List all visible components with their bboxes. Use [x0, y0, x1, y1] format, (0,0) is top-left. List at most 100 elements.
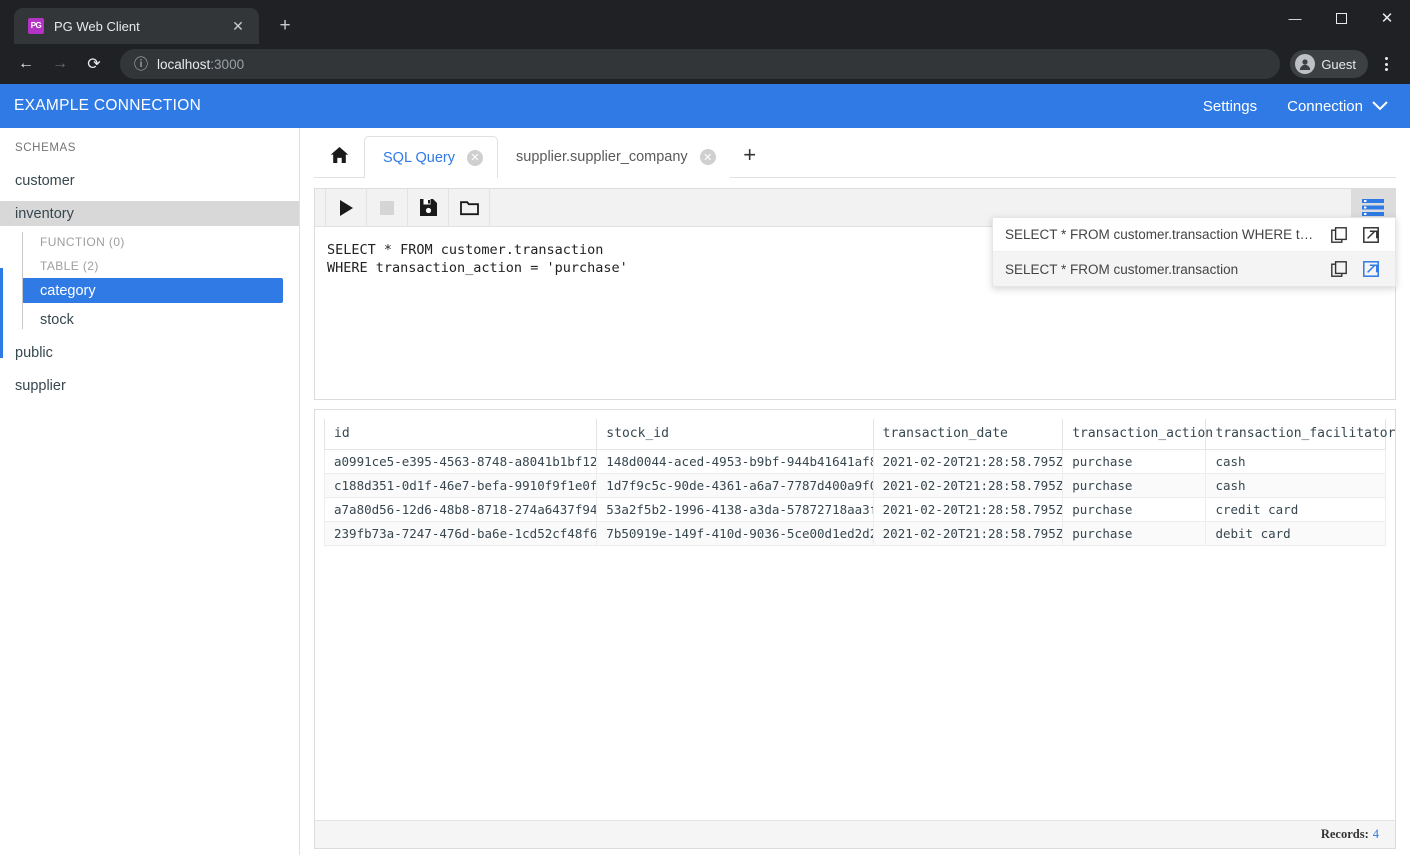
external-link-icon[interactable]	[1361, 225, 1381, 245]
cell-id: a7a80d56-12d6-48b8-8718-274a6437f944	[323, 497, 598, 522]
browser-toolbar: ← → ⟳ ⓘ localhost:3000 Guest	[0, 44, 1410, 84]
sidebar-subtree: FUNCTION (0) TABLE (2) category stock	[0, 230, 299, 332]
cell-transaction-facilitator: cash	[1205, 449, 1386, 474]
browser-tabstrip: PG PG Web Client ✕ + — ✕	[0, 0, 1410, 44]
cell-transaction-action: purchase	[1062, 473, 1207, 498]
tab-label: supplier.supplier_company	[516, 149, 688, 165]
cell-transaction-date: 2021-02-20T21:28:58.795Z	[873, 473, 1064, 498]
cell-id: 239fb73a-7247-476d-ba6e-1cd52cf48f6e	[323, 521, 598, 546]
add-tab-button[interactable]: +	[730, 133, 770, 177]
tab-supplier-company[interactable]: supplier.supplier_company ✕	[498, 136, 730, 178]
table-row[interactable]: a0991ce5-e395-4563-8748-a8041b1bf127 148…	[323, 449, 1386, 474]
cell-stock-id: 1d7f9c5c-90de-4361-a6a7-7787d400a9f0	[596, 473, 874, 498]
app-body: SCHEMAS customer inventory FUNCTION (0) …	[0, 128, 1410, 855]
save-query-button[interactable]	[408, 188, 449, 227]
sidebar-item-label: public	[15, 344, 53, 361]
browser-tab[interactable]: PG PG Web Client ✕	[14, 8, 259, 44]
play-icon	[339, 199, 353, 216]
new-tab-button[interactable]: +	[271, 12, 299, 40]
column-header-transaction-action[interactable]: transaction_action	[1062, 419, 1213, 450]
cell-transaction-action: purchase	[1062, 497, 1207, 522]
external-link-icon[interactable]	[1361, 259, 1381, 279]
sidebar-item-label: inventory	[15, 205, 74, 222]
cell-stock-id: 53a2f5b2-1996-4138-a3da-57872718aa3f	[596, 497, 874, 522]
stop-icon	[380, 200, 394, 215]
forward-icon[interactable]: →	[44, 48, 76, 80]
tab-close-icon[interactable]: ✕	[467, 149, 483, 166]
records-label: Records:	[1320, 827, 1369, 841]
sql-editor-panel: SELECT * FROM customer.transaction WHERE…	[314, 188, 1396, 400]
avatar	[1295, 54, 1316, 74]
back-icon[interactable]: ←	[10, 48, 42, 80]
cell-transaction-date: 2021-02-20T21:28:58.795Z	[873, 521, 1064, 546]
site-info-icon[interactable]: ⓘ	[134, 54, 148, 74]
cell-transaction-facilitator: cash	[1205, 473, 1386, 498]
table-row[interactable]: c188d351-0d1f-46e7-befa-9910f9f1e0f5 1d7…	[323, 473, 1386, 498]
results-statusbar: Records: 4	[315, 820, 1395, 848]
stop-query-button[interactable]	[367, 188, 408, 227]
save-icon	[419, 199, 437, 216]
tab-label: SQL Query	[383, 149, 455, 166]
column-header-id[interactable]: id	[323, 419, 598, 450]
sidebar-item-category[interactable]: category	[22, 278, 283, 303]
maximize-icon[interactable]	[1318, 0, 1364, 36]
history-query-text: SELECT * FROM customer.transaction	[1005, 261, 1239, 277]
sidebar-group-function: FUNCTION (0)	[40, 235, 125, 249]
toolbar-gutter	[315, 188, 326, 227]
column-header-stock-id[interactable]: stock_id	[596, 419, 874, 450]
browser-menu-icon[interactable]	[1372, 50, 1400, 78]
list-icon	[1362, 199, 1384, 216]
copy-icon[interactable]	[1329, 259, 1349, 279]
sidebar-item-stock[interactable]: stock	[22, 307, 283, 332]
sidebar-item-label: stock	[40, 311, 74, 328]
address-bar-url: localhost:3000	[157, 56, 245, 72]
window-close-icon[interactable]: ✕	[1364, 0, 1410, 36]
history-item[interactable]: SELECT * FROM customer.transaction	[993, 252, 1395, 286]
cell-id: a0991ce5-e395-4563-8748-a8041b1bf127	[323, 449, 598, 474]
table-row[interactable]: 239fb73a-7247-476d-ba6e-1cd52cf48f6e 7b5…	[323, 521, 1386, 546]
settings-link[interactable]: Settings	[1203, 98, 1257, 115]
column-header-transaction-facilitator[interactable]: transaction_facilitator	[1205, 419, 1395, 450]
cell-stock-id: 148d0044-aced-4953-b9bf-944b41641af8	[596, 449, 874, 474]
connection-menu[interactable]: Connection	[1287, 98, 1388, 115]
browser-tab-title: PG Web Client	[54, 18, 140, 34]
main-content: SQL Query ✕ supplier.supplier_company ✕ …	[300, 128, 1410, 855]
minimize-icon[interactable]: —	[1272, 0, 1318, 36]
column-header-transaction-date[interactable]: transaction_date	[873, 419, 1064, 450]
window-controls: — ✕	[1272, 0, 1410, 44]
results-panel: id stock_id transaction_date transaction…	[314, 409, 1396, 849]
history-query-text: SELECT * FROM customer.transaction WHERE…	[1005, 227, 1317, 242]
sidebar-item-public[interactable]: public	[0, 340, 299, 365]
app-viewport: EXAMPLE CONNECTION Settings Connection S…	[0, 84, 1410, 855]
run-query-button[interactable]	[326, 188, 367, 227]
home-icon	[330, 147, 348, 163]
results-table: id stock_id transaction_date transaction…	[323, 419, 1395, 546]
reload-icon[interactable]: ⟳	[78, 48, 110, 80]
tab-close-icon[interactable]: ✕	[699, 149, 716, 165]
table-row[interactable]: a7a80d56-12d6-48b8-8718-274a6437f944 53a…	[323, 497, 1386, 522]
schema-sidebar: SCHEMAS customer inventory FUNCTION (0) …	[0, 128, 300, 855]
address-bar[interactable]: ⓘ localhost:3000	[120, 49, 1281, 79]
cell-transaction-facilitator: debit card	[1205, 521, 1386, 546]
sidebar-item-label: customer	[15, 172, 75, 189]
folder-icon	[459, 200, 479, 215]
app-header: EXAMPLE CONNECTION Settings Connection	[0, 84, 1410, 128]
cell-id: c188d351-0d1f-46e7-befa-9910f9f1e0f5	[323, 473, 598, 498]
copy-icon[interactable]	[1329, 225, 1349, 245]
connection-title: EXAMPLE CONNECTION	[14, 97, 202, 114]
sidebar-item-supplier[interactable]: supplier	[0, 373, 299, 398]
close-icon[interactable]: ✕	[227, 15, 249, 37]
query-tabbar: SQL Query ✕ supplier.supplier_company ✕ …	[314, 128, 1396, 178]
profile-button[interactable]: Guest	[1290, 50, 1368, 78]
browser-window: PG PG Web Client ✕ + — ✕ ← → ⟳ ⓘ localho…	[0, 0, 1410, 855]
table-header-row: id stock_id transaction_date transaction…	[323, 419, 1395, 450]
sidebar-item-customer[interactable]: customer	[0, 168, 299, 193]
sidebar-item-inventory[interactable]: inventory	[0, 201, 299, 226]
favicon-icon: PG	[28, 18, 44, 34]
history-item[interactable]: SELECT * FROM customer.transaction WHERE…	[993, 218, 1395, 252]
tab-sql-query[interactable]: SQL Query ✕	[364, 136, 498, 178]
open-query-button[interactable]	[449, 188, 490, 227]
sidebar-heading: SCHEMAS	[15, 142, 77, 154]
sidebar-item-label: category	[40, 282, 96, 299]
home-tab-button[interactable]	[314, 133, 364, 177]
